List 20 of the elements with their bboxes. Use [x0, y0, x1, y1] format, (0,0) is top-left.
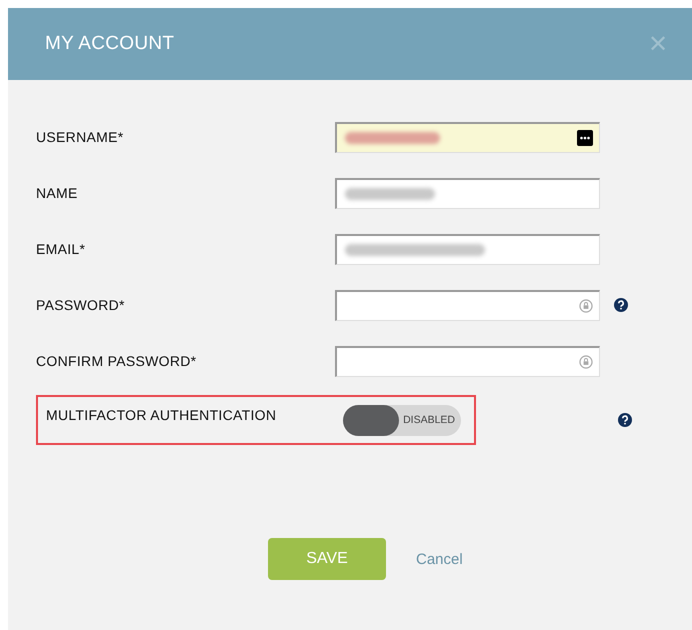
dialog-title: MY ACCOUNT — [45, 33, 174, 55]
field-label: CONFIRM PASSWORD* — [36, 353, 198, 369]
cancel-link[interactable]: Cancel — [416, 550, 463, 568]
save-button[interactable]: SAVE — [268, 538, 386, 580]
lock-icon[interactable] — [579, 354, 593, 368]
input-field[interactable] — [335, 178, 600, 208]
input-field[interactable] — [335, 234, 600, 264]
field-label: NAME — [36, 185, 79, 201]
more-icon[interactable] — [577, 130, 593, 146]
field-label: USERNAME* — [36, 129, 124, 145]
toggle-switch[interactable]: DISABLED — [343, 404, 461, 436]
input-field[interactable] — [335, 290, 600, 320]
field-label: EMAIL* — [36, 241, 86, 257]
field-label: MULTIFACTOR AUTHENTICATION — [46, 406, 278, 423]
help-icon[interactable] — [614, 298, 628, 312]
lock-icon[interactable] — [579, 298, 593, 312]
field-label: PASSWORD* — [36, 297, 126, 313]
input-field[interactable] — [335, 346, 600, 376]
input-field[interactable] — [335, 122, 600, 152]
help-icon[interactable] — [618, 413, 632, 427]
